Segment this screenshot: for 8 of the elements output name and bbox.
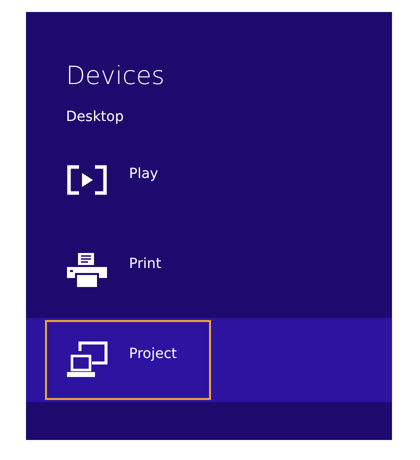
device-button[interactable]: Print [45, 230, 211, 310]
monitor-laptop-icon [66, 341, 108, 379]
panel-title: Devices [66, 60, 166, 92]
section-label: Desktop [66, 108, 125, 126]
device-button[interactable]: Play [45, 140, 211, 220]
play-icon [66, 165, 108, 195]
device-button[interactable]: Project [45, 320, 211, 400]
printer-icon [66, 252, 108, 288]
